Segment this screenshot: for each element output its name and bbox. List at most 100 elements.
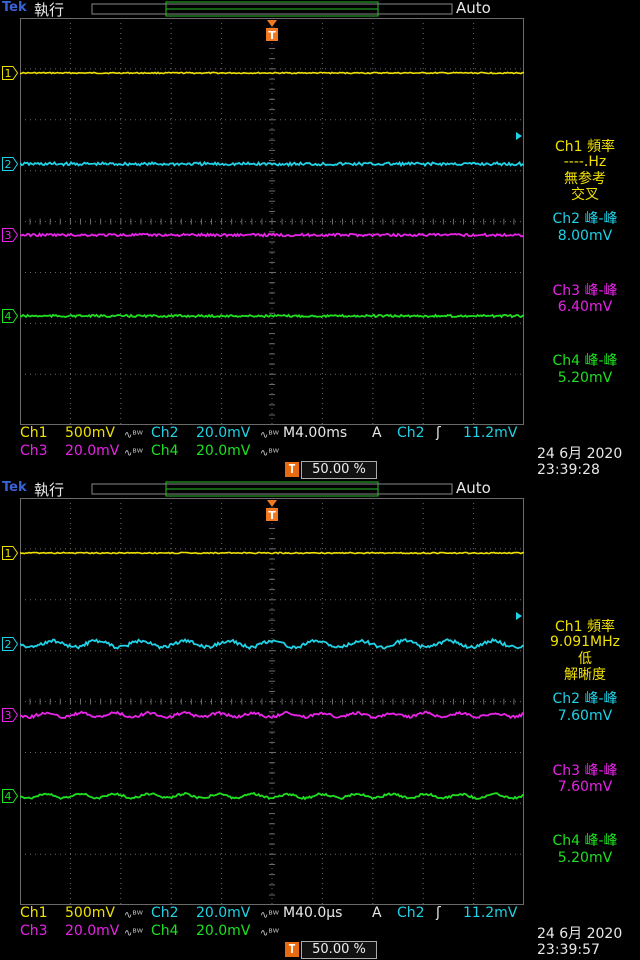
ch3-scale[interactable]: 20.0mV	[65, 922, 119, 941]
trigger-mode[interactable]: Auto	[456, 480, 491, 497]
ch3-ground-marker[interactable]: 3	[2, 228, 18, 242]
bandwidth-limit-icon: ∿ᴮᵂ	[124, 448, 143, 459]
bandwidth-limit-icon: ∿ᴮᵂ	[260, 448, 279, 459]
ch1-note-b: 解晰度	[564, 667, 606, 683]
trigger-position-value: 50.00 %	[301, 461, 377, 479]
trigger-level-arrow-icon[interactable]	[516, 132, 522, 140]
trace-ch2	[20, 160, 524, 168]
ch3-status-label[interactable]: Ch3	[20, 442, 48, 461]
ch2-scale[interactable]: 20.0mV	[196, 904, 250, 923]
time: 23:39:28	[537, 462, 600, 478]
svg-text:3: 3	[5, 709, 12, 722]
timebase[interactable]: M4.00ms	[283, 424, 347, 443]
ch1-note-b: 交叉	[571, 187, 599, 203]
svg-text:3: 3	[5, 229, 12, 242]
trigger-position-icon: T	[285, 942, 299, 957]
record-length-bar	[91, 481, 453, 497]
ch1-freq-value: ----.Hz	[563, 154, 607, 170]
ch3-measure-value: 7.60mV	[557, 779, 613, 795]
ch4-scale[interactable]: 20.0mV	[196, 442, 250, 461]
ch1-note-a: 無参考	[564, 171, 606, 187]
timebase[interactable]: M40.0µs	[283, 904, 342, 923]
ch3-scale[interactable]: 20.0mV	[65, 442, 119, 461]
ch2-measure-label: Ch2 峰-峰	[552, 691, 618, 707]
trigger-slope-icon: ʃ	[436, 905, 441, 921]
status-bar-row2: Ch3 20.0mV ∿ᴮᵂ Ch4 20.0mV ∿ᴮᵂ	[0, 442, 530, 461]
trigger-position[interactable]: T 50.00 %	[285, 461, 377, 479]
trigger-level[interactable]: 11.2mV	[463, 424, 517, 443]
ch2-ground-marker[interactable]: 2	[2, 637, 18, 651]
ch4-scale[interactable]: 20.0mV	[196, 922, 250, 941]
ch1-scale[interactable]: 500mV	[65, 424, 115, 443]
ch2-ground-marker[interactable]: 2	[2, 157, 18, 171]
graticule: T	[20, 18, 524, 425]
trigger-channel[interactable]: Ch2	[397, 424, 425, 443]
trace-ch1	[20, 551, 524, 555]
ch1-ground-marker[interactable]: 1	[2, 546, 18, 560]
ch4-ground-marker[interactable]: 4	[2, 789, 18, 803]
svg-text:4: 4	[5, 310, 12, 323]
ch4-measure-label: Ch4 峰-峰	[552, 353, 618, 369]
trace-ch3	[20, 710, 524, 720]
ch1-freq-value: 9.091MHz	[549, 634, 621, 650]
ch3-measure-label: Ch3 峰-峰	[552, 763, 618, 779]
ch1-scale[interactable]: 500mV	[65, 904, 115, 923]
date: 24 6月 2020	[537, 446, 623, 462]
ch1-note-a: 低	[578, 651, 592, 667]
ch3-measure-label: Ch3 峰-峰	[552, 283, 618, 299]
ch1-ground-marker[interactable]: 1	[2, 66, 18, 80]
graticule: T	[20, 498, 524, 905]
ch1-freq-label: Ch1 頻率	[554, 139, 615, 155]
scope-screen-top: Tek 執行 Auto T Ch1 頻率 ----.Hz 無参考 交叉 Ch2 …	[0, 0, 640, 480]
scope-header: Tek 執行 Auto	[0, 480, 640, 499]
trace-ch1	[20, 71, 524, 75]
ch2-measure-label: Ch2 峰-峰	[552, 211, 618, 227]
ch4-ground-marker[interactable]: 4	[2, 309, 18, 323]
trigger-mode[interactable]: Auto	[456, 0, 491, 17]
trigger-marker-label: T	[268, 29, 276, 42]
svg-text:1: 1	[5, 67, 12, 80]
ch2-measure-value: 7.60mV	[557, 708, 613, 724]
ch3-status-label[interactable]: Ch3	[20, 922, 48, 941]
ch2-measure-value: 8.00mV	[557, 228, 613, 244]
svg-text:1: 1	[5, 547, 12, 560]
scope-screen-bottom: Tek 執行 Auto T Ch1 頻率 9.091MHz 低 解晰度 Ch2 …	[0, 480, 640, 960]
ch2-status-label[interactable]: Ch2	[151, 424, 179, 443]
bandwidth-limit-icon: ∿ᴮᵂ	[124, 928, 143, 939]
trigger-source-label: A	[372, 905, 382, 921]
ch3-ground-marker[interactable]: 3	[2, 708, 18, 722]
trigger-channel[interactable]: Ch2	[397, 904, 425, 923]
svg-text:2: 2	[5, 158, 12, 171]
status-bar-row2: Ch3 20.0mV ∿ᴮᵂ Ch4 20.0mV ∿ᴮᵂ	[0, 922, 530, 941]
trace-ch4	[20, 313, 524, 319]
trigger-marker-label: T	[268, 509, 276, 522]
trace-ch3	[20, 232, 524, 238]
status-bar-row1: Ch1 500mV ∿ᴮᵂ Ch2 20.0mV ∿ᴮᵂ M4.00ms A C…	[0, 424, 530, 443]
ch4-measure-value: 5.20mV	[557, 850, 613, 866]
trigger-level-arrow-icon[interactable]	[516, 612, 522, 620]
ch3-measure-value: 6.40mV	[557, 299, 613, 315]
ch2-scale[interactable]: 20.0mV	[196, 424, 250, 443]
ch1-status-label[interactable]: Ch1	[20, 424, 48, 443]
trigger-position-marker-icon[interactable]	[267, 20, 277, 27]
record-length-bar	[91, 1, 453, 17]
ch1-status-label[interactable]: Ch1	[20, 904, 48, 923]
bandwidth-limit-icon: ∿ᴮᵂ	[260, 928, 279, 939]
trigger-position[interactable]: T 50.00 %	[285, 941, 377, 959]
trigger-slope-icon: ʃ	[436, 425, 441, 441]
ch1-freq-label: Ch1 頻率	[554, 619, 615, 635]
scope-header: Tek 執行 Auto	[0, 0, 640, 19]
ch2-status-label[interactable]: Ch2	[151, 904, 179, 923]
trigger-source-label: A	[372, 425, 382, 441]
trigger-position-icon: T	[285, 462, 299, 477]
ch4-status-label[interactable]: Ch4	[151, 922, 179, 941]
trigger-level[interactable]: 11.2mV	[463, 904, 517, 923]
ch4-status-label[interactable]: Ch4	[151, 442, 179, 461]
ch4-measure-label: Ch4 峰-峰	[552, 833, 618, 849]
status-bar-row1: Ch1 500mV ∿ᴮᵂ Ch2 20.0mV ∿ᴮᵂ M40.0µs A C…	[0, 904, 530, 923]
ch4-measure-value: 5.20mV	[557, 370, 613, 386]
trigger-position-value: 50.00 %	[301, 941, 377, 959]
svg-text:2: 2	[5, 638, 12, 651]
trigger-position-marker-icon[interactable]	[267, 500, 277, 507]
date: 24 6月 2020	[537, 926, 623, 942]
